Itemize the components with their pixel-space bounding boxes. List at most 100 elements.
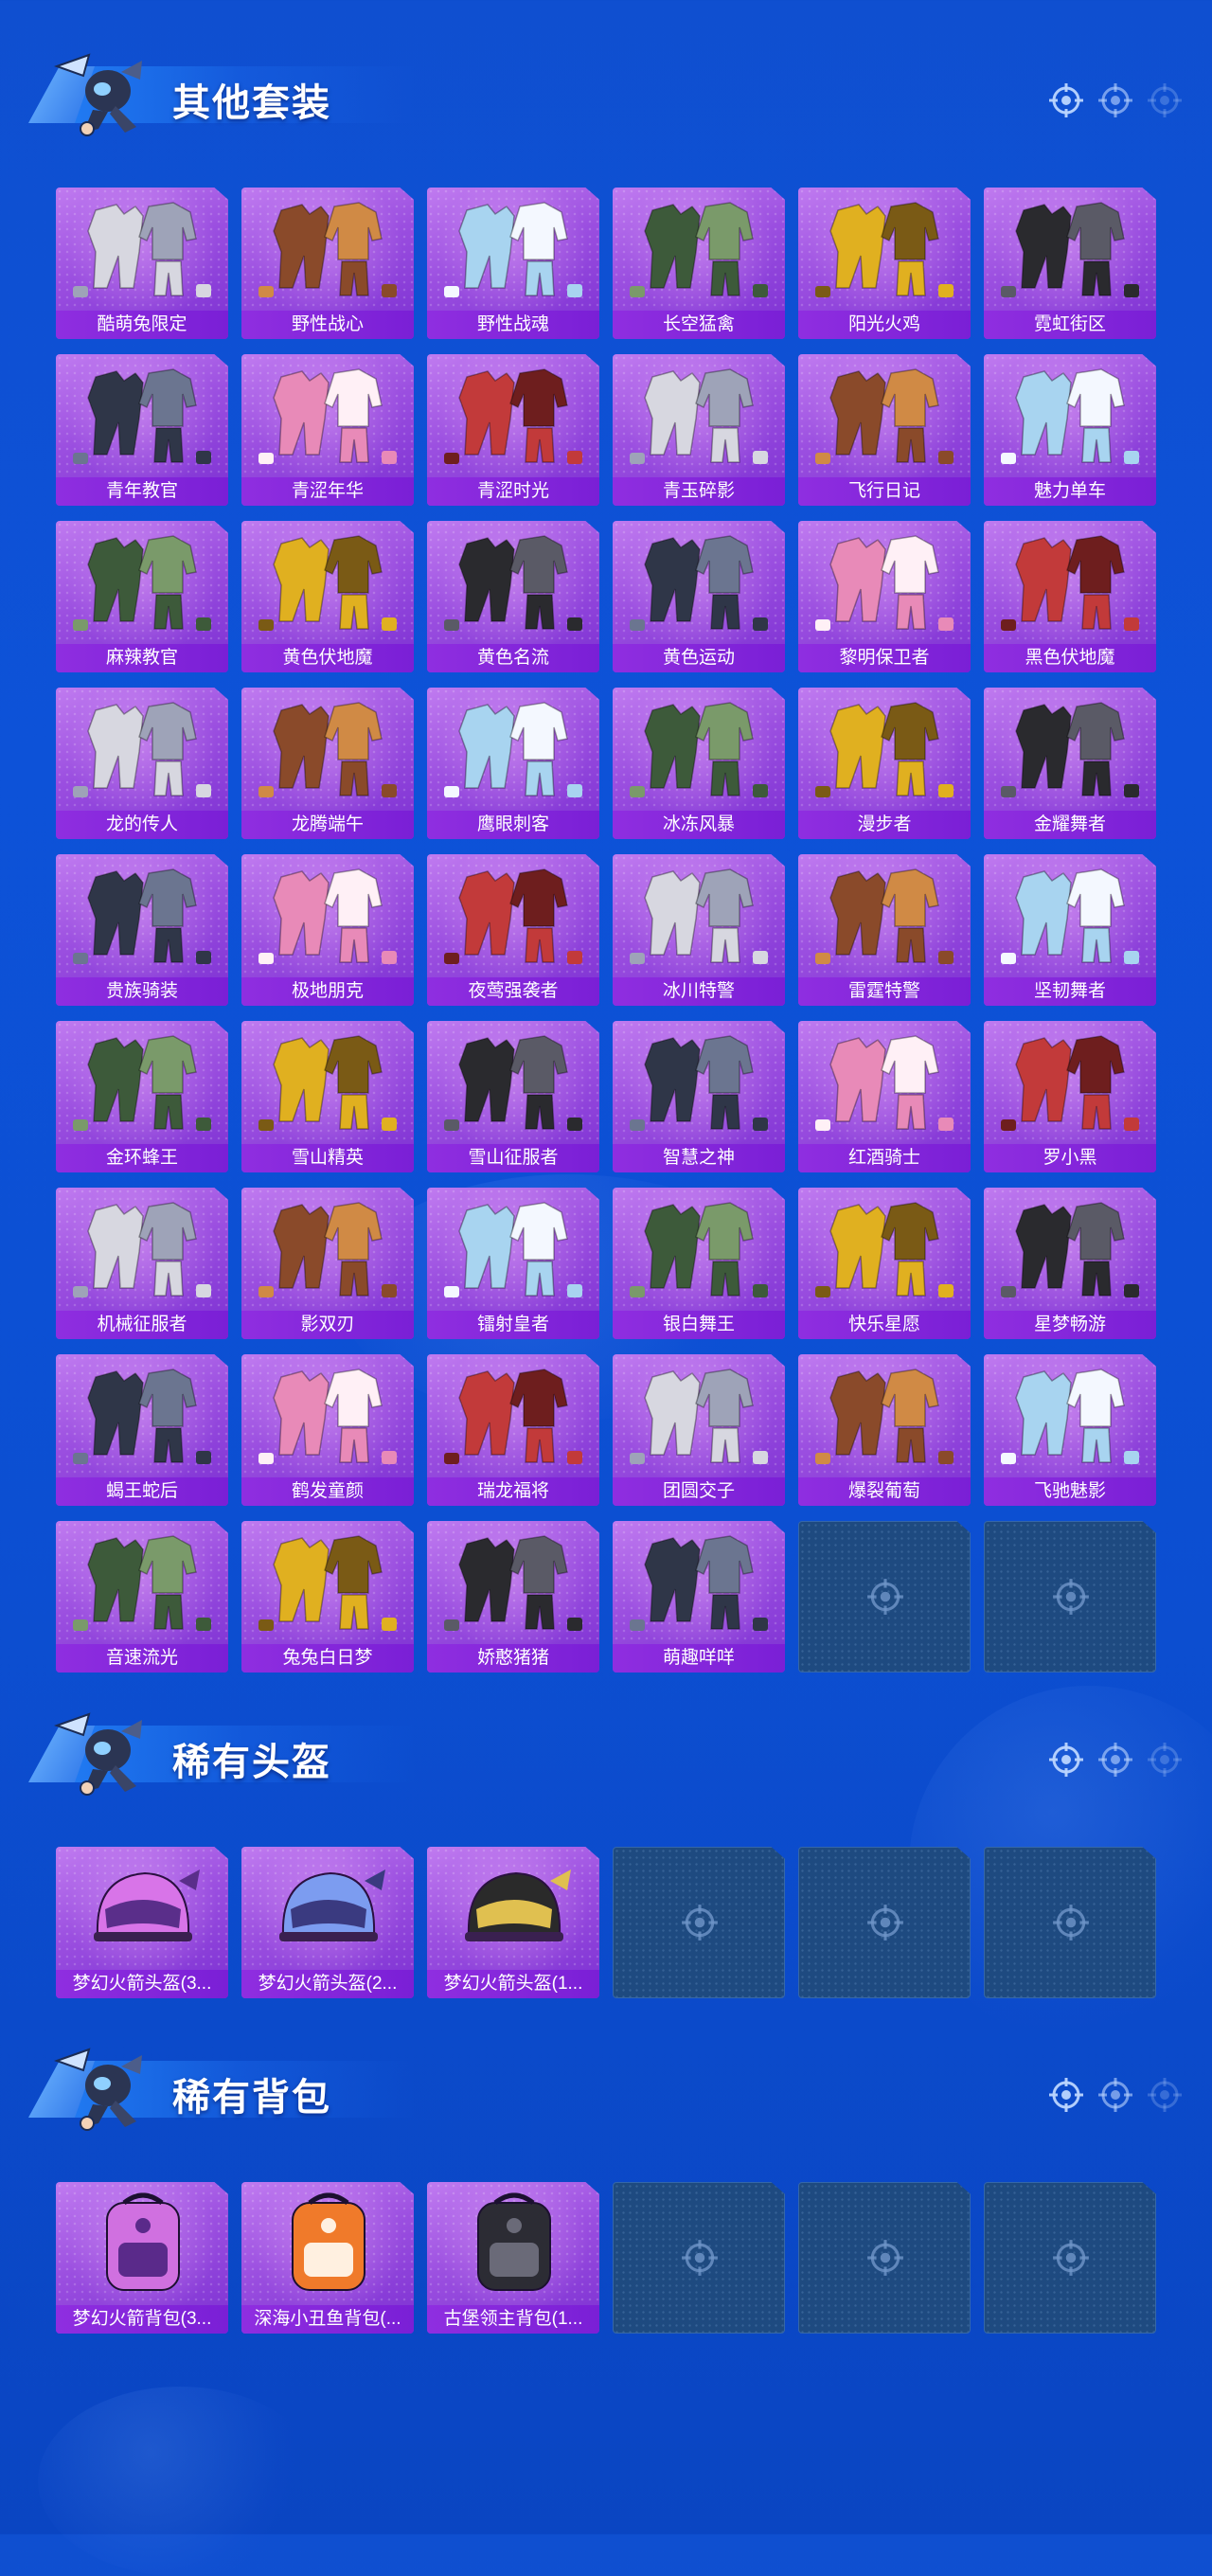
item-card[interactable]: 阳光火鸡 — [798, 188, 971, 339]
item-card[interactable]: 机械征服者 — [56, 1188, 228, 1339]
item-card[interactable]: 罗小黑 — [984, 1021, 1156, 1172]
section-decor-targets — [1047, 81, 1184, 119]
helmet-image — [67, 1852, 217, 1964]
item-card[interactable]: 酷萌兔限定 — [56, 188, 228, 339]
backpack-image — [67, 2188, 217, 2299]
item-card[interactable]: 红酒骑士 — [798, 1021, 971, 1172]
outfit-image — [253, 693, 402, 805]
item-card[interactable]: 野性战心 — [241, 188, 414, 339]
item-card[interactable]: 雷霆特警 — [798, 854, 971, 1006]
outfit-image — [995, 1360, 1145, 1472]
item-card[interactable]: 青玉碎影 — [613, 354, 785, 506]
outfit-image — [438, 360, 588, 472]
item-card[interactable]: 黑色伏地魔 — [984, 521, 1156, 672]
item-name: 音速流光 — [56, 1644, 228, 1673]
item-card[interactable]: 金环蜂王 — [56, 1021, 228, 1172]
item-card[interactable]: 团圆交子 — [613, 1354, 785, 1506]
item-name: 黎明保卫者 — [798, 644, 971, 672]
outfit-image — [253, 1193, 402, 1305]
item-name: 贵族骑装 — [56, 977, 228, 1006]
outfit-image — [438, 527, 588, 638]
item-card[interactable]: 快乐星愿 — [798, 1188, 971, 1339]
item-card[interactable]: 坚韧舞者 — [984, 854, 1156, 1006]
item-card[interactable]: 兔兔白日梦 — [241, 1521, 414, 1673]
item-card[interactable]: 银白舞王 — [613, 1188, 785, 1339]
item-name: 雪山征服者 — [427, 1144, 599, 1172]
item-card[interactable]: 梦幻火箭头盔(1... — [427, 1847, 599, 1998]
item-card[interactable]: 飞驰魅影 — [984, 1354, 1156, 1506]
crosshair-icon — [865, 2238, 905, 2278]
item-name: 娇憨猪猪 — [427, 1644, 599, 1673]
item-card[interactable]: 黄色名流 — [427, 521, 599, 672]
item-card[interactable]: 冰冻风暴 — [613, 688, 785, 839]
item-card[interactable]: 冰川特警 — [613, 854, 785, 1006]
item-card[interactable]: 漫步者 — [798, 688, 971, 839]
item-card[interactable]: 蝎王蛇后 — [56, 1354, 228, 1506]
section-decor-targets — [1047, 2076, 1184, 2114]
item-card[interactable]: 青涩时光 — [427, 354, 599, 506]
item-card[interactable]: 萌趣咩咩 — [613, 1521, 785, 1673]
item-card[interactable]: 音速流光 — [56, 1521, 228, 1673]
item-name: 极地朋克 — [241, 977, 414, 1006]
section-header: 稀有背包 — [0, 2042, 1212, 2131]
item-card[interactable]: 长空猛禽 — [613, 188, 785, 339]
item-card[interactable]: 影双刃 — [241, 1188, 414, 1339]
outfit-image — [438, 1027, 588, 1138]
outfit-image — [67, 1360, 217, 1472]
item-card[interactable]: 龙腾端午 — [241, 688, 414, 839]
item-card[interactable]: 魅力单车 — [984, 354, 1156, 506]
crosshair-icon — [865, 1577, 905, 1617]
item-name: 黑色伏地魔 — [984, 644, 1156, 672]
item-card[interactable]: 黄色伏地魔 — [241, 521, 414, 672]
item-card[interactable]: 梦幻火箭头盔(2... — [241, 1847, 414, 1998]
item-card[interactable]: 雪山精英 — [241, 1021, 414, 1172]
item-card[interactable]: 黄色运动 — [613, 521, 785, 672]
crosshair-icon — [1051, 1903, 1091, 1942]
item-card[interactable]: 黎明保卫者 — [798, 521, 971, 672]
item-card[interactable]: 梦幻火箭背包(3... — [56, 2182, 228, 2334]
outfit-image — [810, 693, 959, 805]
item-name: 瑞龙福将 — [427, 1477, 599, 1506]
outfit-image — [995, 193, 1145, 305]
item-name: 镭射皇者 — [427, 1311, 599, 1339]
outfit-image — [624, 1193, 774, 1305]
item-card[interactable]: 镭射皇者 — [427, 1188, 599, 1339]
item-card[interactable]: 娇憨猪猪 — [427, 1521, 599, 1673]
item-name: 野性战魂 — [427, 311, 599, 339]
item-card[interactable]: 麻辣教官 — [56, 521, 228, 672]
item-card[interactable]: 雪山征服者 — [427, 1021, 599, 1172]
item-card[interactable]: 霓虹街区 — [984, 188, 1156, 339]
outfit-image — [67, 527, 217, 638]
item-card[interactable]: 智慧之神 — [613, 1021, 785, 1172]
item-name: 影双刃 — [241, 1311, 414, 1339]
item-card[interactable]: 青年教官 — [56, 354, 228, 506]
item-card[interactable]: 贵族骑装 — [56, 854, 228, 1006]
item-card[interactable]: 金耀舞者 — [984, 688, 1156, 839]
item-card[interactable]: 星梦畅游 — [984, 1188, 1156, 1339]
outfit-image — [438, 693, 588, 805]
item-card[interactable]: 梦幻火箭头盔(3... — [56, 1847, 228, 1998]
item-card[interactable]: 鹤发童颜 — [241, 1354, 414, 1506]
item-card[interactable]: 青涩年华 — [241, 354, 414, 506]
item-card[interactable]: 极地朋克 — [241, 854, 414, 1006]
outfit-image — [253, 860, 402, 972]
item-name: 罗小黑 — [984, 1144, 1156, 1172]
item-card[interactable]: 鹰眼刺客 — [427, 688, 599, 839]
crosshair-icon — [1051, 2238, 1091, 2278]
item-card[interactable]: 夜莺强袭者 — [427, 854, 599, 1006]
item-card[interactable]: 瑞龙福将 — [427, 1354, 599, 1506]
item-card[interactable]: 爆裂葡萄 — [798, 1354, 971, 1506]
item-card[interactable]: 深海小丑鱼背包(... — [241, 2182, 414, 2334]
item-name: 金耀舞者 — [984, 811, 1156, 839]
item-name: 星梦畅游 — [984, 1311, 1156, 1339]
item-name: 快乐星愿 — [798, 1311, 971, 1339]
outfit-image — [624, 1027, 774, 1138]
item-card[interactable]: 龙的传人 — [56, 688, 228, 839]
item-card[interactable]: 飞行日记 — [798, 354, 971, 506]
item-card[interactable]: 古堡领主背包(1... — [427, 2182, 599, 2334]
crosshair-icon — [1047, 1741, 1085, 1779]
outfit-image — [810, 1193, 959, 1305]
empty-slot — [798, 1847, 971, 1998]
item-card[interactable]: 野性战魂 — [427, 188, 599, 339]
item-name: 银白舞王 — [613, 1311, 785, 1339]
